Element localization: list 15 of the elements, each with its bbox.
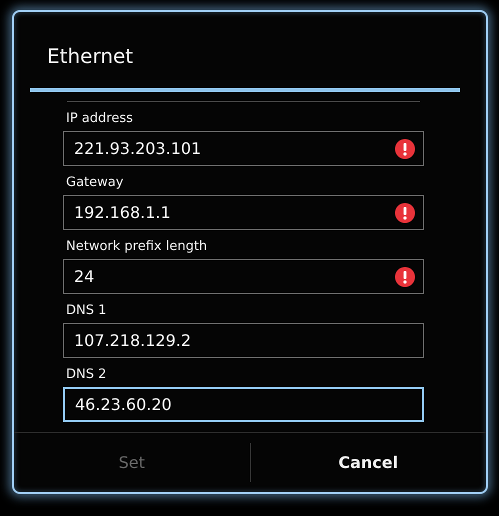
input-field[interactable]: 46.23.60.20: [63, 387, 424, 422]
input-field[interactable]: 107.218.129.2: [63, 323, 424, 358]
field-label: Network prefix length: [66, 239, 208, 254]
error-icon: [395, 202, 415, 222]
dialog-title: Ethernet: [46, 43, 134, 70]
error-icon: [395, 266, 415, 286]
dialog-button[interactable]: Cancel: [250, 433, 486, 492]
input-field[interactable]: 192.168.1.1: [63, 195, 424, 230]
field-label: DNS 2: [66, 367, 108, 382]
input-field[interactable]: 221.93.203.101: [63, 131, 424, 166]
input-field[interactable]: 24: [63, 259, 424, 294]
error-icon: [395, 138, 415, 158]
field-label: IP address: [66, 111, 134, 126]
field-label: Gateway: [66, 175, 124, 190]
field-label: DNS 1: [66, 303, 108, 318]
